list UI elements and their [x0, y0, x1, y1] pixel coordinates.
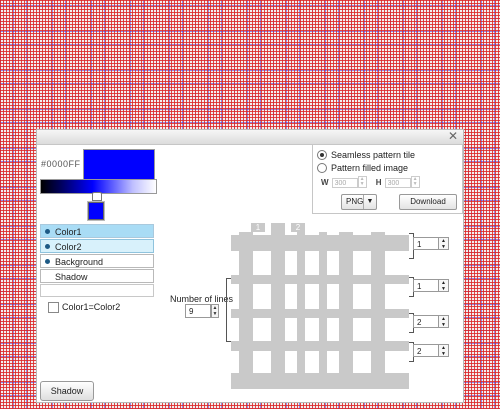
row-width-spinner[interactable]: ▲ ▼: [439, 344, 449, 357]
export-panel: Seamless pattern tile Pattern filled ima…: [312, 144, 463, 214]
pattern-dialog: ✕ #0000FF Color1 Color2 Background Shado…: [36, 129, 464, 403]
height-input[interactable]: 300: [384, 178, 411, 188]
number-of-lines-label: Number of lines: [170, 294, 234, 304]
shadow-button[interactable]: Shadow: [40, 381, 94, 401]
color1-equals-color2-checkbox[interactable]: Color1=Color2: [48, 301, 120, 313]
row-width-spinner[interactable]: ▲ ▼: [439, 237, 449, 250]
download-button[interactable]: Download: [399, 194, 457, 210]
bullet-icon: [45, 259, 50, 264]
radio-seamless-tile[interactable]: Seamless pattern tile: [317, 149, 415, 161]
selected-color-preview: [87, 201, 105, 221]
close-icon[interactable]: ✕: [447, 130, 459, 143]
radio-label: Pattern filled image: [331, 163, 409, 173]
row-width-spinner[interactable]: ▲ ▼: [439, 315, 449, 328]
list-item-empty: [40, 284, 154, 297]
pattern-horizontal-line: [231, 373, 409, 389]
list-item-label: Color1: [55, 227, 82, 237]
pattern-horizontal-line: [231, 341, 409, 351]
pattern-horizontal-line: [231, 235, 409, 251]
list-item-label: Color2: [55, 242, 82, 252]
list-item-label: Background: [55, 257, 104, 267]
width-input[interactable]: 300: [331, 178, 358, 188]
row-width-input[interactable]: 2: [413, 344, 439, 357]
number-of-lines-input[interactable]: 9: [185, 304, 211, 318]
list-item-background[interactable]: Background: [40, 254, 154, 268]
pattern-preview[interactable]: [231, 223, 411, 395]
number-of-lines-spinner[interactable]: ▲ ▼: [211, 304, 219, 318]
pattern-horizontal-line: [231, 309, 409, 318]
list-item-label: Shadow: [55, 272, 88, 282]
height-label: H: [375, 178, 382, 187]
radio-selected-icon[interactable]: [317, 150, 327, 161]
color-swatch[interactable]: [83, 149, 155, 180]
gradient-slider-handle[interactable]: [92, 192, 102, 201]
list-item-color2[interactable]: Color2: [40, 239, 154, 253]
checkbox-label: Color1=Color2: [62, 302, 121, 312]
format-value: PNG: [346, 197, 364, 206]
row-width-input[interactable]: 1: [413, 279, 439, 292]
color-list: Color1 Color2 Background Shadow: [40, 224, 154, 298]
hex-color-value: #0000FF: [41, 159, 81, 169]
radio-label: Seamless pattern tile: [331, 150, 416, 160]
row-width-input[interactable]: 1: [413, 237, 439, 250]
dialog-titlebar[interactable]: ✕: [37, 130, 463, 145]
bullet-icon: [45, 244, 50, 249]
radio-unselected-icon[interactable]: [317, 163, 327, 174]
chevron-down-icon[interactable]: ▼: [363, 195, 376, 209]
format-select[interactable]: PNG ▼: [341, 194, 377, 210]
pattern-horizontal-line: [231, 275, 409, 284]
row-width-input[interactable]: 2: [413, 315, 439, 328]
width-spinner[interactable]: ▲ ▼: [357, 176, 367, 188]
checkbox-box[interactable]: [48, 301, 59, 313]
bullet-icon: [45, 229, 50, 234]
list-item-color1[interactable]: Color1: [40, 224, 154, 238]
radio-filled-image[interactable]: Pattern filled image: [317, 162, 408, 174]
list-item-shadow[interactable]: Shadow: [40, 269, 154, 283]
height-spinner[interactable]: ▲ ▼: [410, 176, 420, 188]
width-label: W: [321, 178, 329, 187]
dimension-row: W 300▲ ▼ H 300▲ ▼: [321, 176, 420, 188]
row-width-spinner[interactable]: ▲ ▼: [439, 279, 449, 292]
